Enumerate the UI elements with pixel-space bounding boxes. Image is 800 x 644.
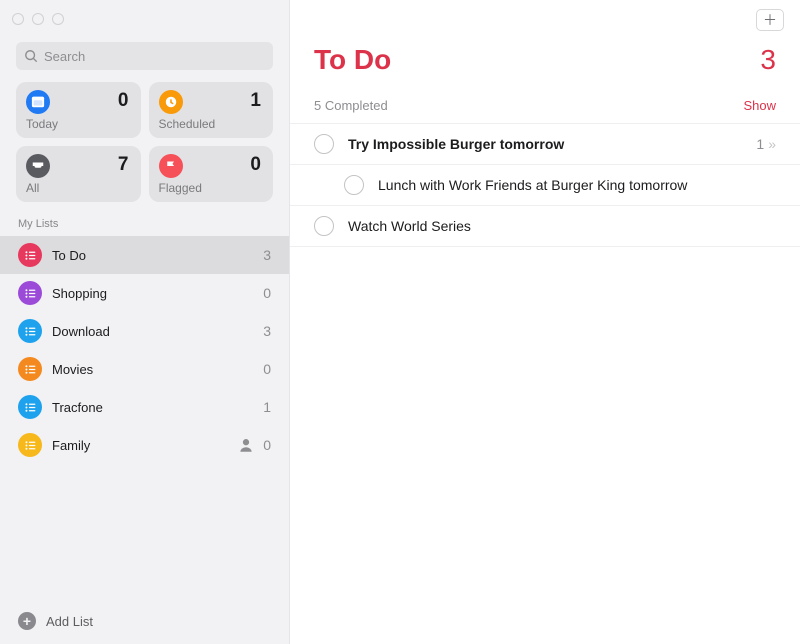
window-controls [0, 0, 289, 28]
chevron-right-icon: » [768, 136, 776, 152]
sidebar-list-item[interactable]: Family 0 [0, 426, 289, 464]
list-count: 1 [263, 399, 271, 415]
smart-all[interactable]: 7 All [16, 146, 141, 202]
search-icon [24, 49, 38, 63]
completed-row: 5 Completed Show [290, 76, 800, 123]
completed-count-text: 5 Completed [314, 98, 388, 113]
smart-today[interactable]: 0 Today [16, 82, 141, 138]
sidebar-list-item[interactable]: To Do3 [0, 236, 289, 274]
todo-row[interactable]: Try Impossible Burger tomorrow1» [290, 123, 800, 164]
sidebar-list-item[interactable]: Download3 [0, 312, 289, 350]
completion-circle[interactable] [344, 175, 364, 195]
my-lists-header: My Lists [0, 202, 289, 236]
user-lists: To Do3Shopping0Download3Movies0Tracfone1… [0, 236, 289, 598]
add-list-button[interactable]: + Add List [0, 598, 289, 644]
subtask-count: 1 [756, 136, 764, 152]
list-name: Tracfone [52, 400, 263, 415]
smart-lists-grid: 0 Today 1 Scheduled 7 All 0 Flagged [0, 82, 289, 202]
sidebar-list-item[interactable]: Shopping0 [0, 274, 289, 312]
todo-title: Lunch with Work Friends at Burger King t… [378, 177, 776, 193]
search-input[interactable]: Search [16, 42, 273, 70]
todo-subtask-row[interactable]: Lunch with Work Friends at Burger King t… [290, 164, 800, 205]
todo-title: Watch World Series [348, 218, 776, 234]
smart-flagged-label: Flagged [159, 181, 264, 195]
todo-list: Try Impossible Burger tomorrow1» Lunch wi… [290, 123, 800, 247]
list-count: 3 [263, 247, 271, 263]
smart-scheduled-count: 1 [250, 90, 261, 112]
list-name: To Do [52, 248, 263, 263]
list-name: Movies [52, 362, 263, 377]
smart-all-label: All [26, 181, 131, 195]
window-zoom-button[interactable] [52, 13, 64, 25]
list-bullet-icon [18, 395, 42, 419]
smart-flagged[interactable]: 0 Flagged [149, 146, 274, 202]
todo-title: Try Impossible Burger tomorrow [348, 136, 756, 152]
window-close-button[interactable] [12, 13, 24, 25]
list-bullet-icon [18, 357, 42, 381]
completion-circle[interactable] [314, 134, 334, 154]
smart-scheduled[interactable]: 1 Scheduled [149, 82, 274, 138]
add-list-label: Add List [46, 614, 93, 629]
plus-icon: ＋ [763, 10, 777, 30]
window-minimize-button[interactable] [32, 13, 44, 25]
todo-row[interactable]: Watch World Series [290, 205, 800, 247]
sidebar-list-item[interactable]: Tracfone1 [0, 388, 289, 426]
calendar-today-icon [26, 90, 50, 114]
sidebar: Search 0 Today 1 Scheduled 7 All [0, 0, 290, 644]
smart-today-label: Today [26, 117, 131, 131]
smart-flagged-count: 0 [250, 154, 261, 176]
clock-icon [159, 90, 183, 114]
list-bullet-icon [18, 433, 42, 457]
list-bullet-icon [18, 243, 42, 267]
plus-circle-icon: + [18, 612, 36, 630]
search-placeholder: Search [44, 49, 85, 64]
sidebar-list-item[interactable]: Movies0 [0, 350, 289, 388]
toolbar: ＋ [290, 0, 800, 40]
list-name: Family [52, 438, 237, 453]
completion-circle[interactable] [314, 216, 334, 236]
list-count: 3 [263, 323, 271, 339]
shared-person-icon [237, 436, 255, 454]
smart-all-count: 7 [118, 154, 129, 176]
smart-today-count: 0 [118, 90, 129, 112]
smart-scheduled-label: Scheduled [159, 117, 264, 131]
list-title: To Do [314, 44, 391, 76]
list-bullet-icon [18, 281, 42, 305]
list-count: 0 [263, 437, 271, 453]
show-completed-link[interactable]: Show [743, 98, 776, 113]
list-bullet-icon [18, 319, 42, 343]
list-name: Shopping [52, 286, 263, 301]
add-reminder-button[interactable]: ＋ [756, 9, 784, 31]
list-count: 0 [263, 361, 271, 377]
list-name: Download [52, 324, 263, 339]
main-pane: ＋ To Do 3 5 Completed Show Try Impossibl… [290, 0, 800, 644]
flag-icon [159, 154, 183, 178]
list-header: To Do 3 [290, 44, 800, 76]
list-count: 0 [263, 285, 271, 301]
inbox-icon [26, 154, 50, 178]
list-total-count: 3 [760, 44, 776, 76]
